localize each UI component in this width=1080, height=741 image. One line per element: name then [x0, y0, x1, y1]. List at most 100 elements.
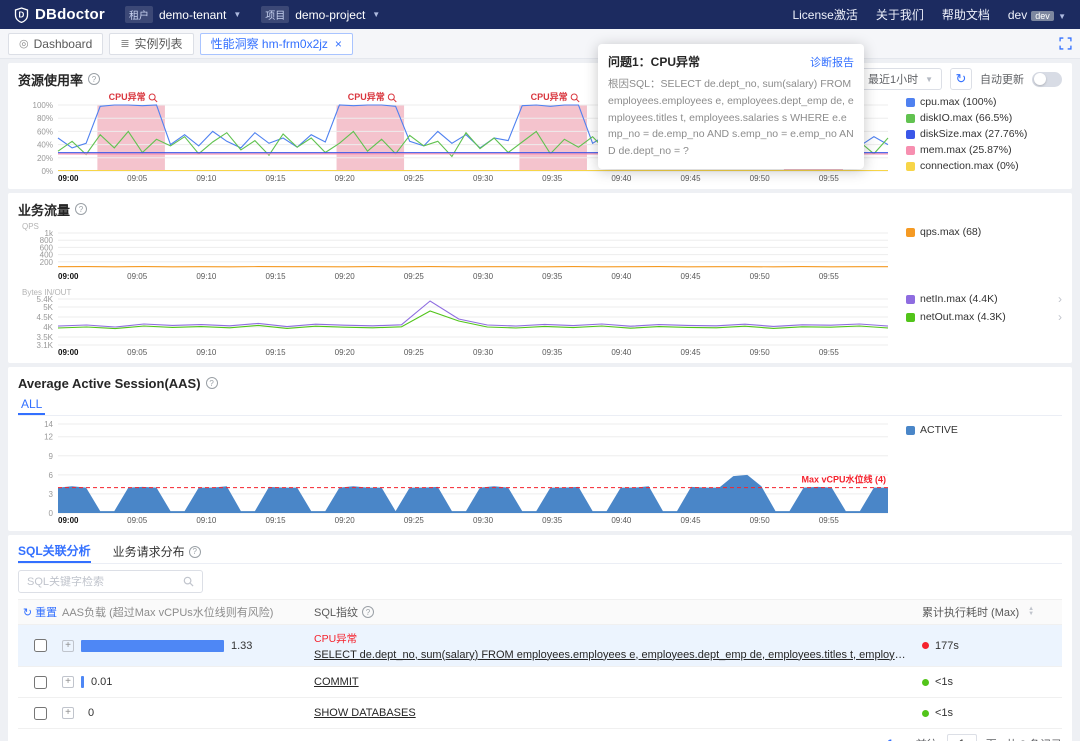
svg-text:3: 3: [49, 490, 54, 499]
user-menu[interactable]: dev dev ▼: [1008, 8, 1066, 22]
svg-text:09:30: 09:30: [473, 272, 494, 281]
svg-text:09:35: 09:35: [542, 516, 563, 525]
tab-performance-insight[interactable]: 性能洞察 hm-frm0x2jz ×: [199, 32, 353, 55]
legend-item[interactable]: diskSize.max (27.76%): [906, 128, 1062, 140]
table-row[interactable]: + 0 SHOW DATABASES <1s: [18, 698, 1062, 729]
row-checkbox[interactable]: [33, 639, 47, 652]
svg-text:09:05: 09:05: [127, 174, 148, 183]
auto-refresh-toggle[interactable]: [1032, 71, 1062, 87]
tab-sql-analysis[interactable]: SQL关联分析: [18, 540, 91, 563]
expand-icon[interactable]: +: [62, 639, 74, 652]
reset-label: 重置: [35, 607, 58, 619]
svg-text:09:35: 09:35: [542, 348, 563, 357]
svg-text:09:05: 09:05: [127, 272, 148, 281]
aas-chart[interactable]: 14 12 9 6 3 0 09:00 09:05 09:10 09:15 09:20 09:25 09…: [18, 418, 894, 526]
license-link[interactable]: License激活: [792, 6, 857, 23]
help-icon[interactable]: ?: [75, 203, 88, 215]
tab-dashboard-label: Dashboard: [33, 36, 93, 51]
svg-text:09:25: 09:25: [404, 174, 425, 183]
project-selector[interactable]: 项目 demo-project ▼: [261, 6, 380, 23]
svg-text:4K: 4K: [43, 323, 53, 332]
tab-request-label: 业务请求分布: [112, 545, 185, 559]
search-icon[interactable]: [183, 576, 194, 587]
expand-icon[interactable]: +: [62, 676, 74, 688]
legend-item[interactable]: netOut.max (4.3K) ›: [906, 310, 1062, 324]
sort-icon[interactable]: ▲ ▼: [1028, 606, 1034, 617]
resource-usage-panel: 资源使用率 ? 最近1小时 ▼ ↻ 自动更新 CPU异常CPU异常CPU异常CP…: [8, 63, 1072, 189]
svg-text:200: 200: [40, 258, 54, 267]
help-icon[interactable]: ?: [205, 377, 218, 389]
svg-text:09:05: 09:05: [127, 516, 148, 525]
svg-text:09:25: 09:25: [404, 348, 425, 357]
chevron-down-icon: ▼: [372, 10, 381, 19]
svg-text:4.5K: 4.5K: [37, 313, 54, 322]
prev-page-button[interactable]: ‹: [874, 736, 878, 741]
aas-tabs: ALL: [18, 394, 1062, 416]
legend-item[interactable]: netIn.max (4.4K) ›: [906, 292, 1062, 306]
traffic-title: 业务流量: [18, 202, 71, 218]
svg-text:09:40: 09:40: [611, 348, 632, 357]
tenant-selector[interactable]: 租户 demo-tenant ▼: [124, 6, 242, 23]
svg-text:09:20: 09:20: [335, 516, 356, 525]
sql-fingerprint-link[interactable]: SELECT de.dept_no, sum(salary) FROM empl…: [314, 649, 910, 661]
row-checkbox[interactable]: [33, 675, 47, 689]
page-input[interactable]: [946, 734, 977, 741]
legend-item[interactable]: diskIO.max (66.5%): [906, 112, 1062, 124]
svg-text:5K: 5K: [43, 303, 53, 312]
sql-fingerprint-link[interactable]: COMMIT: [314, 676, 910, 688]
legend-item[interactable]: mem.max (25.87%): [906, 144, 1062, 156]
help-icon[interactable]: ?: [362, 606, 375, 618]
table-row[interactable]: + 0.01 COMMIT <1s: [18, 667, 1062, 698]
reset-button[interactable]: ↻ 重置: [23, 604, 57, 620]
exec-time: <1s: [935, 676, 954, 688]
user-badge: dev: [1031, 10, 1054, 21]
exec-time: <1s: [935, 707, 954, 719]
sql-fingerprint-link[interactable]: SHOW DATABASES: [314, 707, 910, 719]
refresh-button[interactable]: ↻: [950, 68, 972, 90]
svg-text:09:10: 09:10: [196, 174, 217, 183]
tab-instance-list[interactable]: ≣ 实例列表: [109, 32, 194, 55]
close-icon[interactable]: ×: [335, 37, 342, 51]
diagnosis-report-link[interactable]: 诊断报告: [810, 54, 854, 70]
svg-text:09:20: 09:20: [335, 348, 356, 357]
docs-link[interactable]: 帮助文档: [942, 6, 990, 23]
expand-icon[interactable]: +: [62, 707, 74, 719]
aas-panel: Average Active Session(AAS) ? ALL 14 12 9 6…: [8, 367, 1072, 531]
tab-insight-label: 性能洞察 hm-frm0x2jz: [210, 37, 328, 51]
project-label: 项目: [261, 6, 290, 23]
legend-item[interactable]: qps.max (68): [906, 226, 1062, 238]
col-aas-header: AAS负载 (超过Max vCPUs水位线则有风险): [62, 607, 274, 619]
legend-item[interactable]: connection.max (0%): [906, 160, 1062, 172]
chevron-down-icon: ▼: [233, 10, 242, 19]
help-icon[interactable]: ?: [88, 73, 101, 85]
about-link[interactable]: 关于我们: [876, 6, 924, 23]
qps-chart[interactable]: QPS 1k 800 600 400 200 09:00 09:05 09:10 09:15 09:…: [18, 220, 894, 282]
fullscreen-button[interactable]: [1059, 37, 1072, 50]
aas-tab-all[interactable]: ALL: [18, 394, 46, 415]
table-row[interactable]: + 1.33 CPU异常 SELECT de.dept_no, sum(sala…: [18, 625, 1062, 667]
sql-search-box: [18, 570, 203, 593]
legend-item[interactable]: cpu.max (100%): [906, 96, 1062, 108]
bytes-chart[interactable]: Bytes IN/OUT 5.4K 5K 4.5K 4K 3.5K 3.1K 09:00 09:…: [18, 286, 894, 358]
aas-load-value: 0.01: [91, 676, 113, 688]
tab-request-distribution[interactable]: 业务请求分布 ?: [113, 540, 201, 563]
svg-text:60%: 60%: [37, 127, 53, 136]
svg-text:09:55: 09:55: [819, 272, 840, 281]
svg-text:09:15: 09:15: [266, 174, 287, 183]
sql-search-input[interactable]: [27, 575, 177, 588]
next-page-button[interactable]: ›: [902, 736, 906, 741]
legend-item[interactable]: ACTIVE: [906, 424, 1062, 436]
svg-text:09:15: 09:15: [266, 516, 287, 525]
svg-text:09:10: 09:10: [196, 516, 217, 525]
svg-text:09:35: 09:35: [542, 272, 563, 281]
tab-dashboard[interactable]: ◎ Dashboard: [8, 32, 104, 55]
svg-text:CPU异常: CPU异常: [348, 91, 385, 102]
page-number[interactable]: 1: [887, 738, 893, 741]
svg-text:9: 9: [49, 452, 54, 461]
svg-text:12: 12: [44, 433, 53, 442]
tenant-value: demo-tenant: [158, 7, 227, 22]
project-value: demo-project: [295, 7, 366, 22]
row-checkbox[interactable]: [33, 706, 47, 720]
svg-text:09:00: 09:00: [58, 272, 79, 281]
svg-text:09:20: 09:20: [335, 272, 356, 281]
